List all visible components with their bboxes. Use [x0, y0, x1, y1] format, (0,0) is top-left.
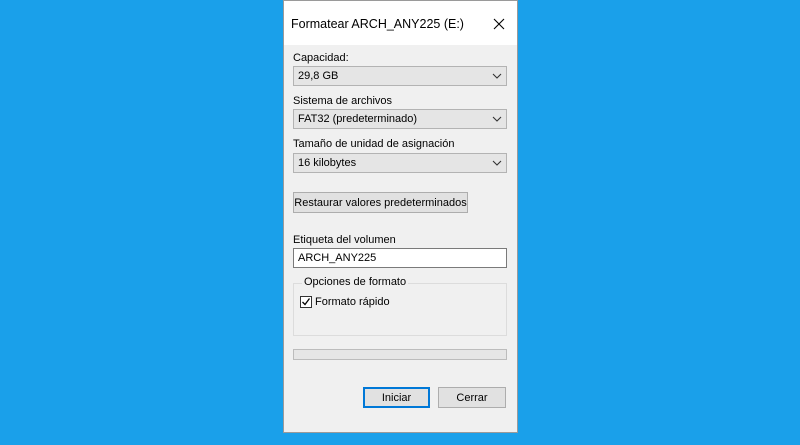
- volume-label-input[interactable]: ARCH_ANY225: [293, 248, 507, 268]
- filesystem-value: FAT32 (predeterminado): [298, 113, 418, 125]
- allocation-select[interactable]: 16 kilobytes: [293, 153, 507, 173]
- filesystem-select[interactable]: FAT32 (predeterminado): [293, 109, 507, 129]
- chevron-down-icon: [492, 73, 502, 79]
- capacity-label: Capacidad:: [293, 52, 349, 64]
- quick-format-option[interactable]: Formato rápido: [300, 296, 390, 308]
- capacity-select[interactable]: 29,8 GB: [293, 66, 507, 86]
- title-bar: Formatear ARCH_ANY225 (E:): [284, 1, 517, 45]
- capacity-value: 29,8 GB: [298, 70, 339, 82]
- close-icon: [493, 18, 505, 30]
- checkmark-icon: [302, 298, 311, 306]
- filesystem-label: Sistema de archivos: [293, 95, 393, 107]
- quick-format-label: Formato rápido: [315, 296, 390, 308]
- close-button[interactable]: Cerrar: [438, 387, 506, 408]
- allocation-label: Tamaño de unidad de asignación: [293, 138, 455, 150]
- close-window-button[interactable]: [481, 9, 517, 39]
- format-options-group: Opciones de formato Formato rápido: [293, 276, 507, 336]
- quick-format-checkbox[interactable]: [300, 296, 312, 308]
- allocation-value: 16 kilobytes: [298, 157, 357, 169]
- start-button[interactable]: Iniciar: [363, 387, 430, 408]
- volume-label-caption: Etiqueta del volumen: [293, 234, 396, 246]
- window-title: Formatear ARCH_ANY225 (E:): [291, 17, 464, 31]
- format-options-legend: Opciones de formato: [302, 276, 409, 288]
- format-progress-bar: [293, 349, 507, 360]
- chevron-down-icon: [492, 116, 502, 122]
- format-dialog: Formatear ARCH_ANY225 (E:) Capacidad: 29…: [283, 0, 518, 433]
- restore-defaults-button[interactable]: Restaurar valores predeterminados: [293, 192, 468, 213]
- chevron-down-icon: [492, 160, 502, 166]
